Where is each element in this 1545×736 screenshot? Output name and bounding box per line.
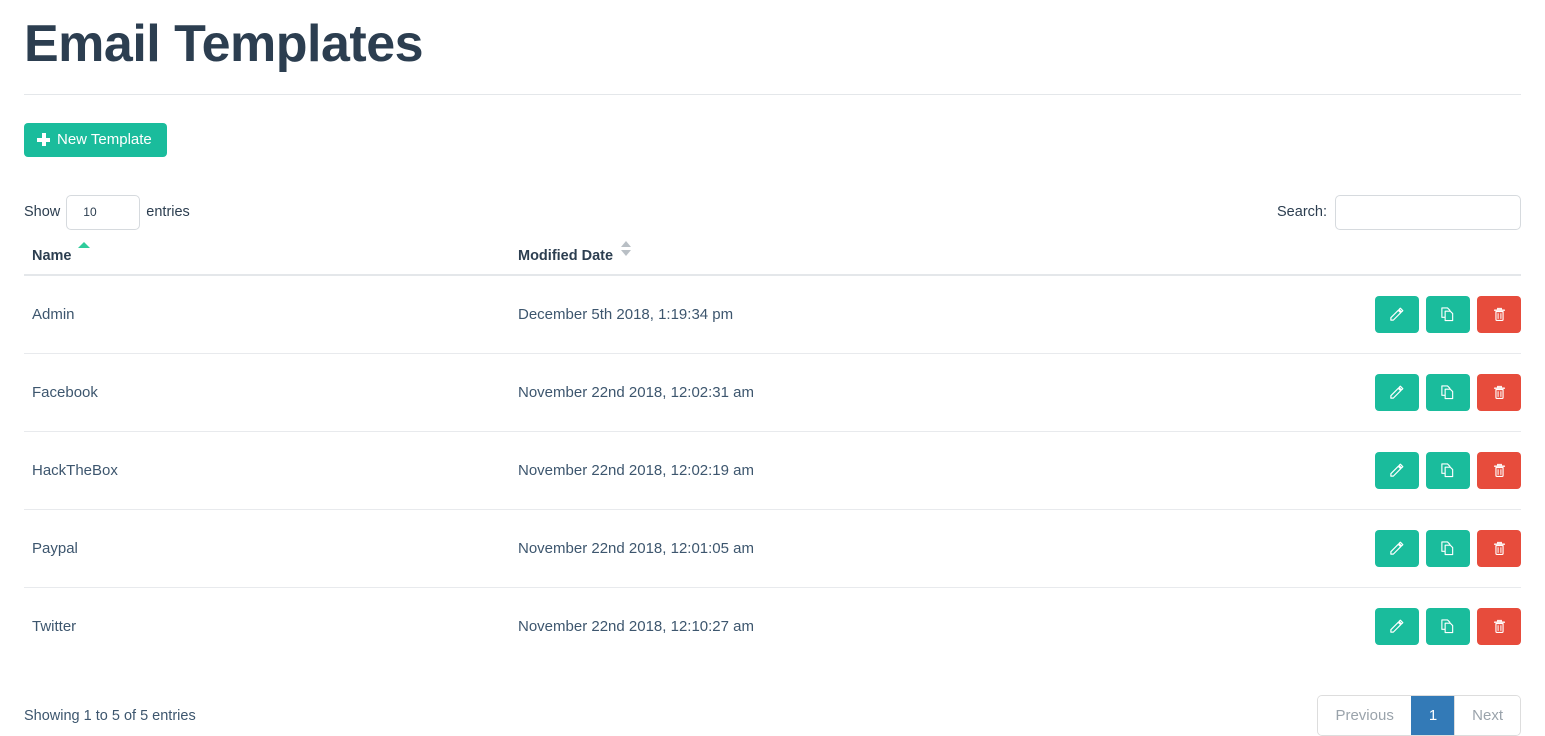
edit-button[interactable]: [1374, 608, 1419, 645]
copy-button[interactable]: [1425, 530, 1470, 567]
column-header-modified-date[interactable]: Modified Date: [510, 241, 1010, 276]
cell-name: Facebook: [24, 353, 510, 432]
new-template-label: New Template: [57, 131, 152, 148]
cell-modified-date: November 22nd 2018, 12:02:19 am: [510, 431, 1010, 510]
column-header-modified-date-label: Modified Date: [518, 248, 614, 264]
search-control: Search:: [1277, 194, 1521, 230]
table-head: Name Modified Date: [24, 241, 1521, 276]
search-label: Search:: [1277, 204, 1327, 220]
cell-actions: [1010, 509, 1521, 588]
trash-icon: [1492, 385, 1507, 400]
copy-button[interactable]: [1425, 608, 1470, 645]
trash-icon: [1492, 463, 1507, 478]
pencil-icon: [1389, 541, 1404, 556]
cell-actions: [1010, 587, 1521, 665]
delete-button[interactable]: [1477, 530, 1521, 567]
pagination-page-1-button[interactable]: 1: [1410, 696, 1455, 735]
table-row: Twitter November 22nd 2018, 12:10:27 am: [24, 587, 1521, 665]
table-footer: Showing 1 to 5 of 5 entries Previous 1 N…: [24, 695, 1521, 736]
cell-actions: [1010, 431, 1521, 510]
column-header-name[interactable]: Name: [24, 241, 510, 276]
copy-icon: [1440, 385, 1455, 400]
search-input[interactable]: [1335, 194, 1521, 230]
table-body: Admin December 5th 2018, 1:19:34 pm Face…: [24, 275, 1521, 665]
table-row: Paypal November 22nd 2018, 12:01:05 am: [24, 509, 1521, 588]
table-info: Showing 1 to 5 of 5 entries: [24, 707, 196, 724]
pencil-icon: [1389, 385, 1404, 400]
trash-icon: [1492, 619, 1507, 634]
pencil-icon: [1389, 463, 1404, 478]
cell-name: Admin: [32, 306, 75, 323]
page-title: Email Templates: [24, 15, 424, 73]
column-header-actions: [1010, 241, 1521, 276]
pencil-icon: [1389, 307, 1404, 322]
plus-icon: [37, 133, 50, 146]
cell-name: Twitter: [24, 587, 510, 665]
cell-modified-date: November 22nd 2018, 12:02:31 am: [510, 353, 1010, 432]
pagination-previous-button[interactable]: Previous: [1318, 696, 1411, 735]
cell-name: HackTheBox: [24, 431, 510, 510]
cell-modified-date: December 5th 2018, 1:19:34 pm: [518, 306, 734, 323]
cell-modified-date: November 22nd 2018, 12:10:27 am: [510, 587, 1010, 665]
sort-ascending-icon: [77, 242, 90, 248]
copy-button[interactable]: [1425, 452, 1470, 489]
new-template-button[interactable]: New Template: [24, 123, 167, 157]
edit-button[interactable]: [1374, 452, 1419, 489]
pagination-next-button[interactable]: Next: [1454, 696, 1520, 735]
length-suffix-label: entries: [146, 204, 190, 220]
entries-length-select[interactable]: 10: [66, 194, 141, 230]
trash-icon: [1492, 307, 1507, 322]
pagination: Previous 1 Next: [1317, 695, 1521, 736]
copy-icon: [1440, 619, 1455, 634]
edit-button[interactable]: [1374, 374, 1419, 411]
pencil-icon: [1389, 619, 1404, 634]
toolbar: New Template: [24, 95, 1521, 157]
cell-actions: [1010, 353, 1521, 432]
copy-icon: [1440, 541, 1455, 556]
length-prefix-label: Show: [24, 204, 61, 220]
length-control: Show 10 entries: [24, 194, 190, 230]
page-container: Email Templates New Template Show 10 ent…: [0, 0, 1545, 736]
copy-icon: [1440, 307, 1455, 322]
copy-icon: [1440, 463, 1455, 478]
cell-actions: [1010, 275, 1521, 354]
delete-button[interactable]: [1477, 296, 1521, 333]
cell-name: Paypal: [24, 509, 510, 588]
table-row: Facebook November 22nd 2018, 12:02:31 am: [24, 353, 1521, 432]
copy-button[interactable]: [1425, 374, 1470, 411]
edit-button[interactable]: [1374, 530, 1419, 567]
table-row: Admin December 5th 2018, 1:19:34 pm: [24, 275, 1521, 354]
table-controls: Show 10 entries Search:: [24, 193, 1521, 231]
length-label: Show 10 entries: [24, 194, 190, 230]
edit-button[interactable]: [1374, 296, 1419, 333]
table-row: HackTheBox November 22nd 2018, 12:02:19 …: [24, 431, 1521, 510]
table-header-row: Name Modified Date: [24, 241, 1521, 276]
templates-table: Name Modified Date Admin December 5th 20…: [24, 241, 1521, 665]
column-header-name-label: Name: [32, 248, 72, 264]
delete-button[interactable]: [1477, 608, 1521, 645]
sort-unsorted-icon: [621, 241, 632, 257]
delete-button[interactable]: [1477, 374, 1521, 411]
copy-button[interactable]: [1425, 296, 1470, 333]
trash-icon: [1492, 541, 1507, 556]
delete-button[interactable]: [1477, 452, 1521, 489]
cell-modified-date: November 22nd 2018, 12:01:05 am: [510, 509, 1010, 588]
